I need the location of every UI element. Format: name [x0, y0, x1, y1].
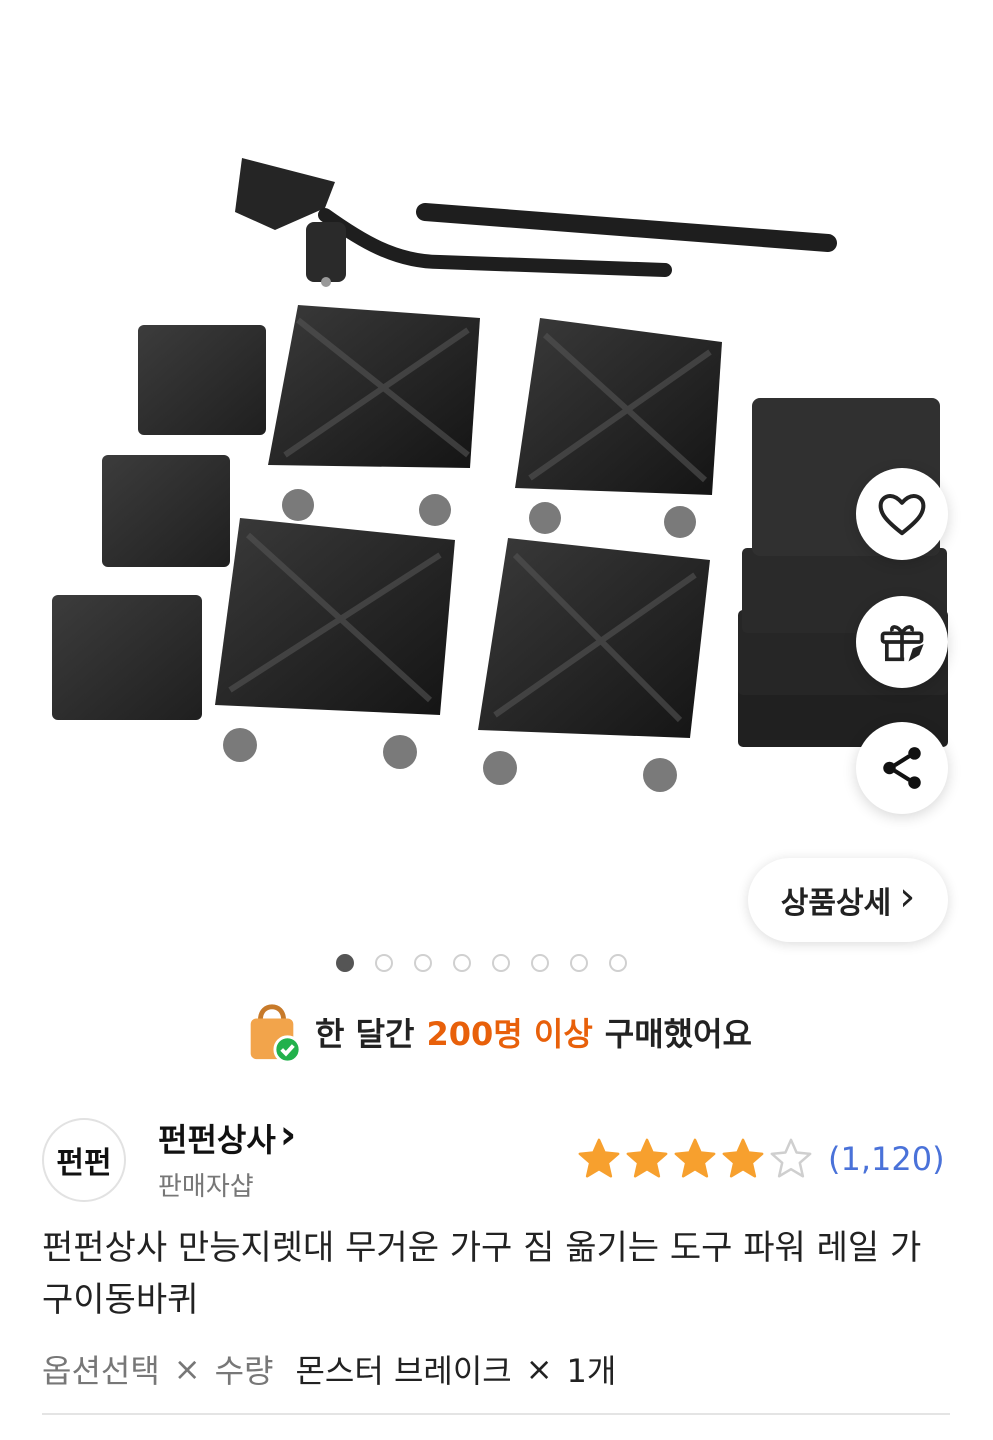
- gallery-pagination: [336, 954, 627, 972]
- gallery-dot[interactable]: [336, 954, 354, 972]
- rating-stars: [576, 1136, 814, 1182]
- chevron-right-icon: ›: [279, 1112, 297, 1158]
- seller-shop-label: 판매자샵: [158, 1172, 254, 1202]
- heart-icon: [878, 493, 926, 536]
- star-filled-icon: [578, 1138, 620, 1178]
- star-filled-icon: [674, 1138, 716, 1178]
- product-image[interactable]: 상품상세 ›: [0, 0, 993, 945]
- gift-button[interactable]: [856, 596, 948, 688]
- option-separator: ×: [173, 1350, 201, 1388]
- option-value: 몬스터 브레이크: [295, 1352, 512, 1390]
- seller-logo-text: 펀펀: [56, 1146, 112, 1181]
- star-empty-icon: [770, 1138, 812, 1178]
- wishlist-button[interactable]: [856, 468, 948, 560]
- gallery-dot[interactable]: [453, 954, 471, 972]
- star-filled-icon: [626, 1138, 668, 1178]
- gift-icon: [880, 625, 924, 662]
- gallery-dot[interactable]: [414, 954, 432, 972]
- review-count: (1,120): [828, 1140, 945, 1178]
- purchase-highlight: 200명 이상: [426, 1015, 593, 1053]
- product-detail-button[interactable]: 상품상세 ›: [748, 858, 948, 942]
- section-divider: [42, 1413, 950, 1415]
- share-icon: [883, 747, 921, 789]
- rating-summary[interactable]: (1,120): [576, 1136, 945, 1182]
- quantity-label: 수량: [214, 1352, 274, 1390]
- option-select-label: 옵션선택: [42, 1352, 160, 1390]
- share-button[interactable]: [856, 722, 948, 814]
- gallery-dot[interactable]: [570, 954, 588, 972]
- seller-name: 펀펀상사: [158, 1121, 276, 1159]
- gallery-dot[interactable]: [492, 954, 510, 972]
- quantity-separator: ×: [525, 1350, 553, 1388]
- shopping-bag-check-icon: [250, 1004, 302, 1063]
- purchase-notice: 한 달간 200명 이상 구매했어요: [0, 1000, 993, 1064]
- gallery-dot[interactable]: [531, 954, 549, 972]
- seller-logo[interactable]: 펀펀: [42, 1118, 126, 1202]
- seller-name-link[interactable]: 펀펀상사 ›: [158, 1112, 297, 1161]
- star-filled-icon: [722, 1138, 764, 1178]
- quantity-value: 1개: [566, 1352, 617, 1390]
- product-detail-label: 상품상세: [780, 886, 892, 921]
- option-summary[interactable]: 옵션선택 × 수량 몬스터 브레이크 × 1개: [42, 1346, 616, 1392]
- gallery-dot[interactable]: [609, 954, 627, 972]
- purchase-suffix: 구매했어요: [604, 1015, 752, 1053]
- chevron-right-icon: ›: [899, 874, 916, 920]
- product-title: 펀펀상사 만능지렛대 무거운 가구 짐 옮기는 도구 파워 레일 가구이동바퀴: [42, 1228, 922, 1320]
- purchase-prefix: 한 달간: [315, 1015, 415, 1053]
- product-photo: [52, 158, 948, 792]
- gallery-dot[interactable]: [375, 954, 393, 972]
